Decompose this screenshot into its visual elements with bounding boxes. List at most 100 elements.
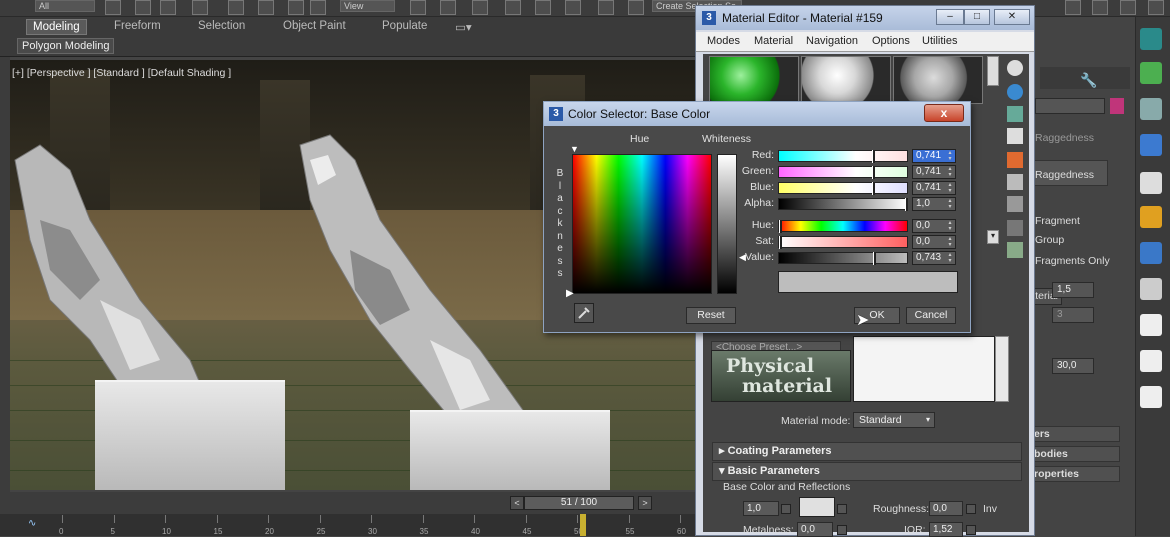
material-editor-titlebar[interactable]: 3 Material Editor - Material #159 – □ ✕: [696, 6, 1034, 30]
select-manipulate-icon[interactable]: [440, 0, 456, 15]
menu-utilities[interactable]: Utilities: [922, 35, 957, 47]
base-weight-map-button[interactable]: [781, 504, 791, 514]
alpha-slider-thumb[interactable]: [905, 198, 908, 211]
options-icon[interactable]: [1007, 196, 1023, 212]
select-by-name-icon[interactable]: [135, 0, 151, 15]
sample-slot-green[interactable]: [709, 56, 799, 104]
metalness-spinner[interactable]: 0,0: [797, 522, 833, 537]
material-navigator-icon[interactable]: [1007, 242, 1023, 258]
tab-selection[interactable]: Selection: [198, 20, 245, 32]
selection-filter-combo[interactable]: All: [35, 0, 95, 12]
description-scrollbar[interactable]: [995, 336, 1009, 402]
slot-scroll-down[interactable]: ▾: [987, 230, 999, 244]
material-description-box[interactable]: [853, 336, 995, 402]
base-color-swatch[interactable]: [799, 497, 835, 517]
timeline-ruler[interactable]: [0, 514, 695, 536]
tab-freeform[interactable]: Freeform: [114, 20, 161, 32]
edit-named-selection-icon[interactable]: [628, 0, 644, 15]
spinner-snap-icon[interactable]: [598, 0, 614, 15]
select-object-icon[interactable]: [105, 0, 121, 15]
sweep-icon[interactable]: [1140, 98, 1162, 120]
group-option[interactable]: Group: [1035, 234, 1064, 246]
cube-gray-icon[interactable]: [1140, 278, 1162, 300]
rollout-coating-parameters[interactable]: ▸ Coating Parameters: [712, 442, 1022, 461]
paint-icon[interactable]: [1140, 62, 1162, 84]
select-by-material-icon[interactable]: [1007, 220, 1023, 236]
hue-slider-thumb[interactable]: [779, 220, 782, 233]
ior-spinner[interactable]: 1,52: [929, 522, 963, 537]
alpha-spinner[interactable]: ▴ ▾: [946, 198, 954, 210]
minimize-button[interactable]: –: [936, 9, 964, 25]
sample-type-icon[interactable]: [1007, 60, 1023, 76]
red-slider-thumb[interactable]: [872, 150, 875, 163]
hue-spinner[interactable]: ▴ ▾: [946, 220, 954, 232]
pivot-icon[interactable]: [410, 0, 426, 15]
backlight-icon[interactable]: [1007, 84, 1023, 100]
menu-modes[interactable]: Modes: [707, 35, 740, 47]
tab-object-paint[interactable]: Object Paint: [283, 20, 346, 32]
green-spinner[interactable]: ▴ ▾: [946, 166, 954, 178]
scene-tool-icon[interactable]: [1140, 28, 1162, 50]
rectangle-select-icon[interactable]: [160, 0, 176, 15]
hue-blackness-picker[interactable]: [572, 154, 712, 294]
polygon-modeling-panel[interactable]: Polygon Modeling: [17, 38, 115, 54]
object-name-field[interactable]: [1035, 98, 1105, 114]
sat-spinner[interactable]: ▴ ▾: [946, 236, 954, 248]
move-icon[interactable]: [228, 0, 244, 15]
cube-blue-icon[interactable]: [1140, 242, 1162, 264]
inv-roughness-toggle[interactable]: Inv: [983, 503, 997, 515]
key-filter-icon[interactable]: ∿: [28, 518, 36, 529]
sample-slot-marble[interactable]: [801, 56, 891, 104]
hue-pointer-icon[interactable]: ▼: [570, 144, 579, 154]
time-slider-thumb[interactable]: [580, 514, 586, 536]
render-production-icon[interactable]: [1120, 0, 1136, 15]
pedestal-left[interactable]: [95, 380, 285, 490]
blue-slider[interactable]: [778, 182, 908, 195]
ribbon-options-icon[interactable]: ▭▾: [455, 20, 472, 34]
hue-slider[interactable]: [778, 220, 908, 233]
frame-counter[interactable]: 51 / 100: [524, 496, 634, 510]
green-slider-thumb[interactable]: [872, 166, 875, 179]
base-weight-spinner[interactable]: 1,0: [743, 501, 779, 516]
value-spinner-2[interactable]: 3: [1052, 307, 1094, 323]
blue-slider-thumb[interactable]: [872, 182, 875, 195]
value-spinner-3[interactable]: 30,0: [1052, 358, 1094, 374]
value-spinner[interactable]: ▴ ▾: [946, 252, 954, 264]
menu-material[interactable]: Material: [754, 35, 793, 47]
alpha-slider[interactable]: [778, 198, 908, 211]
angle-snap-icon[interactable]: [535, 0, 551, 15]
fragment-option[interactable]: Fragment: [1035, 215, 1080, 227]
maximize-button[interactable]: □: [964, 9, 990, 25]
color-selector-titlebar[interactable]: 3 Color Selector: Base Color x: [544, 102, 970, 126]
pedestal-right[interactable]: [410, 410, 610, 490]
sat-slider[interactable]: [778, 236, 908, 249]
place-icon[interactable]: [310, 0, 326, 15]
tab-populate[interactable]: Populate: [382, 20, 427, 32]
reference-coordinate-combo[interactable]: View: [340, 0, 395, 12]
snap-toggle-icon[interactable]: [505, 0, 521, 15]
wrench-icon[interactable]: 🔧: [1080, 72, 1097, 89]
value-slider-thumb[interactable]: [873, 252, 876, 265]
close-button[interactable]: ✕: [994, 9, 1030, 25]
eyedropper-icon[interactable]: [574, 303, 594, 323]
measure-icon[interactable]: [1140, 134, 1162, 156]
next-frame-button[interactable]: >: [638, 496, 652, 510]
window-crossing-icon[interactable]: [192, 0, 208, 15]
roughness-map-button[interactable]: [966, 504, 976, 514]
uv-tiling-icon[interactable]: [1007, 128, 1023, 144]
sample-slot-statue[interactable]: [893, 56, 983, 104]
slot-scrollbar[interactable]: [987, 56, 999, 86]
background-icon[interactable]: [1007, 106, 1023, 122]
scale-icon[interactable]: [288, 0, 304, 15]
fragments-only-option[interactable]: Fragments Only: [1035, 255, 1110, 267]
viewport-label[interactable]: [+] [Perspective ] [Standard ] [Default …: [12, 67, 231, 79]
menu-options[interactable]: Options: [872, 35, 910, 47]
close-button[interactable]: x: [924, 104, 964, 122]
green-slider[interactable]: [778, 166, 908, 179]
reset-button[interactable]: Reset: [686, 307, 736, 324]
tab-modeling[interactable]: Modeling: [26, 19, 87, 35]
red-slider[interactable]: [778, 150, 908, 163]
cancel-button[interactable]: Cancel: [906, 307, 956, 324]
blue-spinner[interactable]: ▴ ▾: [946, 182, 954, 194]
make-preview-icon[interactable]: [1007, 174, 1023, 190]
